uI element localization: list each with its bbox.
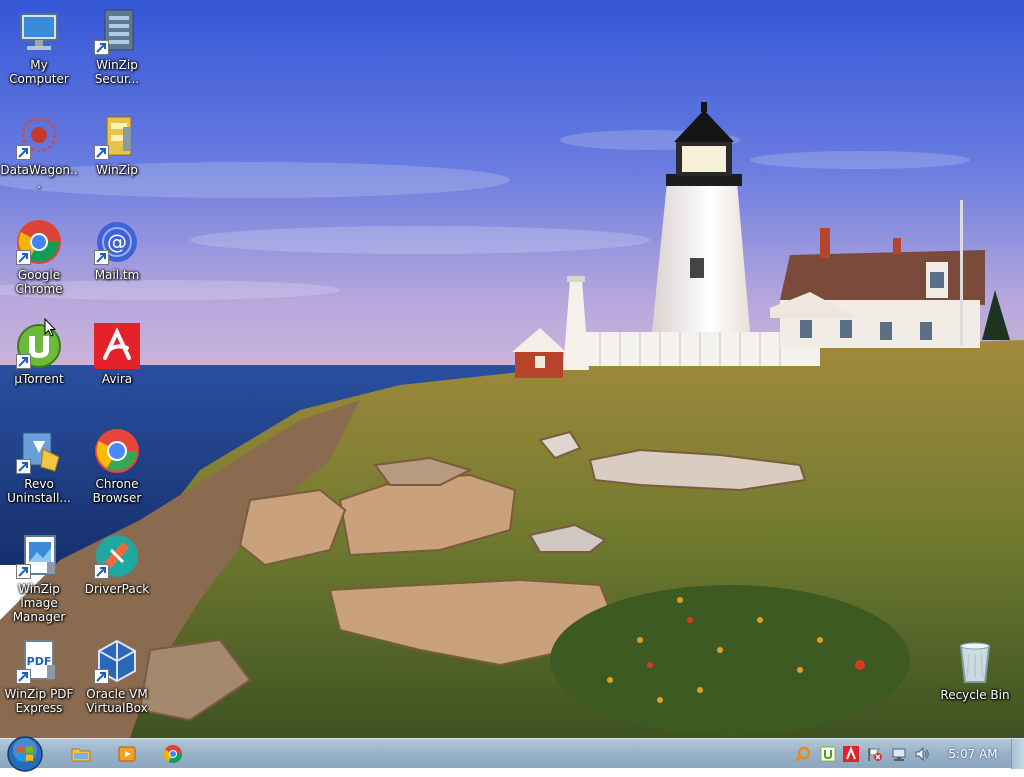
desktop-icon-datawagon[interactable]: DataWagon...: [0, 113, 78, 191]
desktop-icon-label: My Computer: [9, 58, 69, 86]
tray-action-center-button[interactable]: [867, 746, 883, 762]
desktop-icon-label: Mail.tm: [94, 268, 140, 282]
desktop-icon-label: WinZip: [96, 163, 138, 177]
driverpack-icon: [93, 532, 141, 580]
desktop-icon-label: DataWagon...: [0, 163, 78, 191]
avira-icon: [93, 322, 141, 370]
start-orb-icon: [7, 736, 43, 772]
desktop-icon-label: DriverPack: [84, 582, 150, 596]
chrone-browser-icon: [93, 427, 141, 475]
show-desktop-button[interactable]: [1011, 739, 1024, 769]
desktop-icon-label: Oracle VM VirtualBox: [86, 687, 148, 715]
shortcut-arrow-icon: [16, 669, 31, 684]
shortcut-arrow-icon: [94, 40, 109, 55]
shortcut-arrow-icon: [16, 354, 31, 369]
desktop-icon-oracle-vm-virtualbox[interactable]: Oracle VM VirtualBox: [78, 637, 156, 715]
mail-icon: @: [93, 218, 141, 266]
desktop-icon-winzip-secure[interactable]: WinZip Secur...: [78, 8, 156, 86]
media-player-icon: [118, 746, 136, 762]
virtualbox-icon: [93, 637, 141, 685]
desktop-icon-winzip-image-manager[interactable]: WinZip Image Manager: [0, 532, 78, 624]
file-explorer-icon: [71, 748, 91, 762]
desktop-icon-avira[interactable]: Avira: [78, 322, 156, 386]
taskbar-file-explorer-button[interactable]: [70, 743, 92, 765]
shortcut-arrow-icon: [94, 145, 109, 160]
desktop-icon-mail-tm[interactable]: @ Mail.tm: [78, 218, 156, 282]
winzip-secure-icon: [93, 8, 141, 56]
chrome-icon: [15, 218, 63, 266]
winzip-icon: [93, 113, 141, 161]
winzip-pdf-icon: PDF: [15, 637, 63, 685]
revo-uninstaller-icon: [15, 427, 63, 475]
desktop-icon-label: WinZip Secur...: [94, 58, 140, 86]
desktop-icon-winzip[interactable]: WinZip: [78, 113, 156, 177]
desktop-icon-recycle-bin[interactable]: Recycle Bin: [936, 638, 1014, 702]
shortcut-arrow-icon: [94, 250, 109, 265]
utorrent-tray-icon: [820, 746, 836, 762]
desktop-icon-driverpack[interactable]: DriverPack: [78, 532, 156, 596]
network-icon: [892, 748, 906, 761]
desktop-icon-label: Recycle Bin: [940, 688, 1010, 702]
desktop-icon-google-chrome[interactable]: Google Chrome: [0, 218, 78, 296]
desktop-icon-label: Avira: [101, 372, 133, 386]
winzip-image-manager-icon: [15, 532, 63, 580]
desktop-icon-winzip-pdf-express[interactable]: PDF WinZip PDF Express: [0, 637, 78, 715]
desktop-icon-label: µTorrent: [14, 372, 64, 386]
shortcut-arrow-icon: [94, 564, 109, 579]
tray-volume-button[interactable]: [914, 746, 930, 762]
shortcut-arrow-icon: [16, 459, 31, 474]
taskbar-media-player-button[interactable]: [116, 743, 138, 765]
recycle-bin-icon: [951, 638, 999, 686]
desktop-icon-chrone-browser[interactable]: Chrone Browser: [78, 427, 156, 505]
computer-icon: [15, 8, 63, 56]
desktop-icon-label: Revo Uninstall...: [7, 477, 71, 505]
tray-network-button[interactable]: [891, 746, 907, 762]
taskbar-chrome-button[interactable]: [162, 743, 184, 765]
desktop-icon-label: WinZip Image Manager: [12, 582, 66, 624]
avira-tray-icon: [843, 746, 859, 762]
shortcut-arrow-icon: [16, 250, 31, 265]
desktop-icon-label: WinZip PDF Express: [4, 687, 74, 715]
chrome-icon: [163, 745, 182, 764]
desktop-icon-revo-uninstaller[interactable]: Revo Uninstall...: [0, 427, 78, 505]
desktop-icon-label: Google Chrome: [15, 268, 63, 296]
desktop-icon-label: Chrone Browser: [92, 477, 142, 505]
shortcut-arrow-icon: [94, 669, 109, 684]
taskbar: 5:07 AM: [0, 736, 1024, 772]
mouse-cursor-icon: [44, 318, 56, 337]
taskbar-clock[interactable]: 5:07 AM: [942, 747, 1004, 761]
tray-search-button[interactable]: [794, 746, 811, 763]
start-button[interactable]: [6, 735, 44, 773]
desktop-icon-my-computer[interactable]: My Computer: [0, 8, 78, 86]
desktop-icon-utorrent[interactable]: µTorrent: [0, 322, 78, 386]
action-center-icon: [868, 748, 882, 761]
svg-text:@: @: [107, 230, 127, 254]
datawagon-icon: [15, 113, 63, 161]
search-tray-icon: [794, 746, 811, 763]
shortcut-arrow-icon: [16, 145, 31, 160]
tray-utorrent-button[interactable]: [820, 746, 836, 762]
volume-icon: [915, 746, 929, 762]
tray-avira-button[interactable]: [843, 746, 859, 762]
shortcut-arrow-icon: [16, 564, 31, 579]
